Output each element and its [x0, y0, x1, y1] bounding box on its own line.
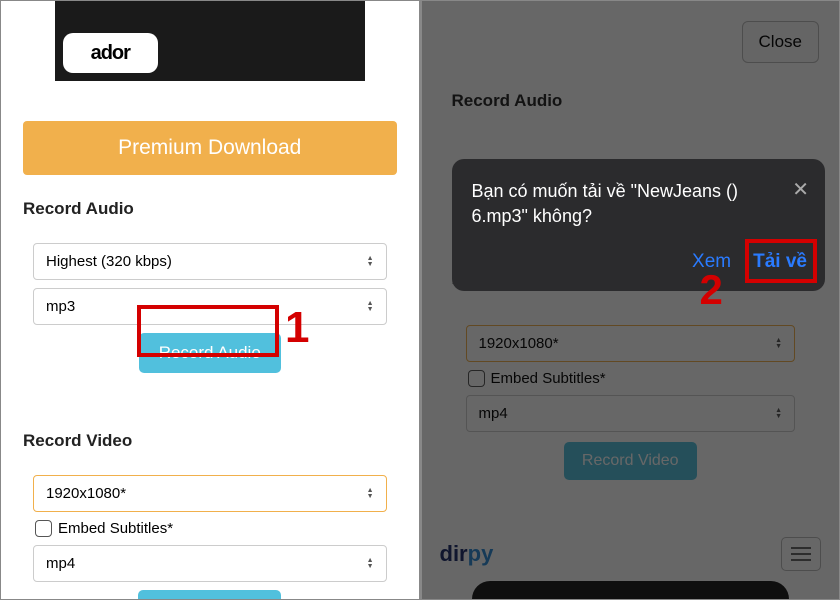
stepper-icon: ▲▼	[367, 488, 374, 500]
close-icon[interactable]: ✕	[792, 177, 809, 202]
checkbox-icon[interactable]	[35, 520, 52, 537]
record-video-button[interactable]: Record Video	[138, 590, 281, 599]
step-number-2: 2	[700, 266, 723, 314]
stepper-icon: ▲▼	[367, 256, 374, 268]
prompt-message: Bạn có muốn tải về "NewJeans () 6.mp3" k…	[472, 179, 808, 229]
video-resolution-value: 1920x1080*	[46, 485, 126, 502]
premium-download-button[interactable]: Premium Download	[23, 121, 397, 175]
record-video-title: Record Video	[23, 431, 397, 451]
video-format-select[interactable]: mp4 ▲▼	[33, 545, 387, 582]
audio-quality-value: Highest (320 kbps)	[46, 253, 172, 270]
stepper-icon: ▲▼	[367, 558, 374, 570]
video-format-value: mp4	[46, 555, 75, 572]
record-audio-title: Record Audio	[23, 199, 397, 219]
video-resolution-select[interactable]: 1920x1080* ▲▼	[33, 475, 387, 512]
video-thumbnail[interactable]: ador	[55, 1, 365, 81]
audio-format-select[interactable]: mp3 ▲▼	[33, 288, 387, 325]
record-audio-button[interactable]: Record Audio	[139, 333, 281, 373]
left-pane: ador Premium Download Record Audio Highe…	[1, 1, 419, 599]
stepper-icon: ▲▼	[367, 301, 374, 313]
step-number-1: 1	[285, 303, 309, 353]
embed-subtitles-row[interactable]: Embed Subtitles*	[35, 520, 385, 537]
download-button[interactable]: Tải về	[753, 251, 807, 273]
embed-subtitles-label: Embed Subtitles*	[58, 520, 173, 537]
record-audio-section: Record Audio Highest (320 kbps) ▲▼ mp3 ▲…	[23, 187, 397, 401]
audio-format-value: mp3	[46, 298, 75, 315]
download-prompt: Bạn có muốn tải về "NewJeans () 6.mp3" k…	[452, 159, 826, 291]
dim-overlay	[422, 1, 840, 599]
record-video-section: Record Video 1920x1080* ▲▼ Embed Subtitl…	[23, 419, 397, 599]
right-pane: Close Record Audio Record Video 1920x108…	[422, 1, 840, 599]
audio-quality-select[interactable]: Highest (320 kbps) ▲▼	[33, 243, 387, 280]
thumb-logo: ador	[63, 33, 158, 73]
